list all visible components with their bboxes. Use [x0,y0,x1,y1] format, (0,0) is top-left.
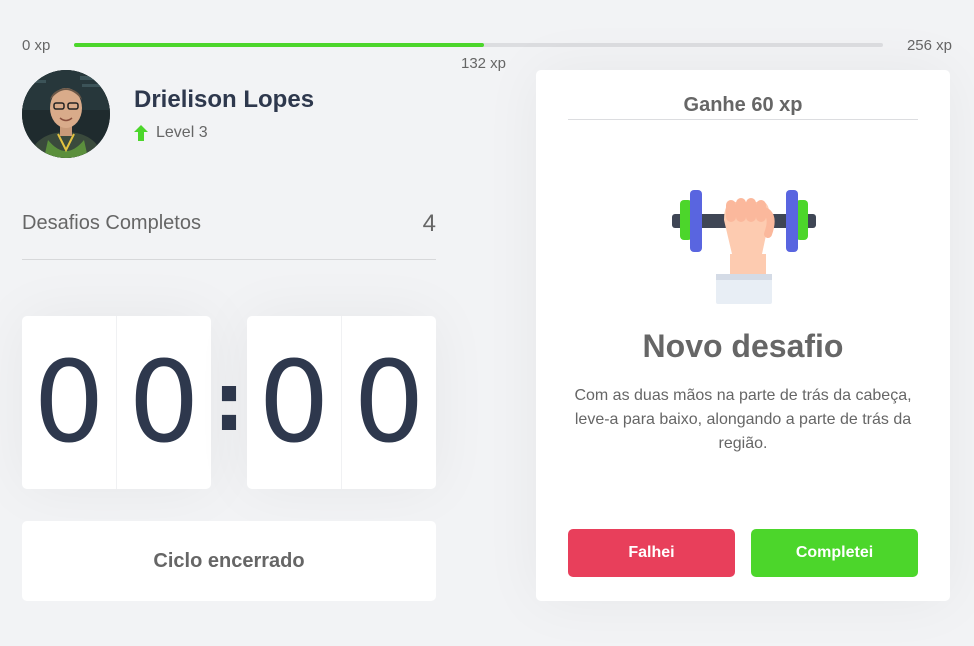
profile-name: Drielison Lopes [134,86,315,113]
xp-max-label: 256 xp [906,36,952,54]
xp-fill [74,43,484,47]
fail-button[interactable]: Falhei [568,529,735,577]
profile-level-label: Level 3 [156,124,208,141]
countdown-digit: 0 [128,337,200,468]
countdown-digit: 0 [22,316,117,489]
complete-button[interactable]: Completei [751,529,918,577]
profile: Drielison Lopes Level 3 [22,70,314,158]
challenge-description: Com as duas mãos na parte de trás da cab… [574,387,912,452]
countdown: 0 0 : 0 0 [22,316,436,489]
completed-challenges: Desafios Completos 4 [22,210,436,260]
completed-challenges-label: Desafios Completos [22,212,201,234]
countdown-minutes: 0 0 [22,316,211,489]
xp-current-label: 132 xp [460,55,507,72]
level-up-icon [134,125,148,141]
experience-bar: 0 xp 132 xp 256 xp [22,34,952,73]
challenge-title: Novo desafio [642,328,844,364]
challenge-card: Ganhe 60 xp Novo desafio Com as duas mão… [536,70,950,601]
countdown-digit: 0 [353,337,425,468]
dumbbell-icon [672,190,816,304]
cycle-ended-button[interactable]: Ciclo encerrado [22,521,436,601]
countdown-seconds: 0 0 [247,316,436,489]
avatar [22,70,110,158]
xp-min-label: 0 xp [22,36,51,54]
completed-challenges-count: 4 [422,210,436,237]
countdown-separator: : [213,356,245,449]
countdown-digit: 0 [247,316,342,489]
xp-track: 132 xp [74,43,883,72]
profile-level: Level 3 [134,124,314,142]
challenge-reward: Ganhe 60 xp [568,94,918,120]
